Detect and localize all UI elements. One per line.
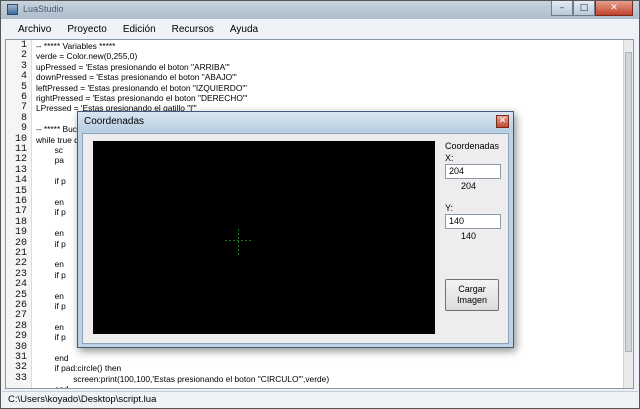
dialog-title-bar[interactable]: Coordenadas ✕ — [78, 112, 513, 132]
code-line[interactable]: leftPressed = 'Estas presionando el boto… — [36, 83, 247, 93]
minimize-button[interactable]: – — [551, 1, 573, 16]
line-number: 33 — [14, 372, 27, 384]
menu-ayuda[interactable]: Ayuda — [222, 24, 266, 35]
code-line[interactable]: sc — [36, 145, 63, 155]
menu-recursos[interactable]: Recursos — [164, 24, 222, 35]
window-title: LuaStudio — [23, 4, 64, 14]
code-line[interactable]: screen:print(100,100,'Estas presionando … — [36, 374, 329, 384]
code-line[interactable]: en — [36, 291, 64, 301]
code-line[interactable]: en — [36, 228, 64, 238]
code-line[interactable]: -- ***** Variables ***** — [36, 41, 115, 51]
code-line[interactable]: if p — [36, 301, 66, 311]
menu-bar: Archivo Proyecto Edición Recursos Ayuda — [2, 20, 638, 39]
code-line[interactable]: verde = Color.new(0,255,0) — [36, 51, 137, 61]
code-line[interactable]: en — [36, 197, 64, 207]
menu-proyecto[interactable]: Proyecto — [59, 24, 114, 35]
y-coordinate-field[interactable]: 140 — [445, 214, 501, 229]
y-label: Y: — [445, 203, 454, 213]
crosshair-horizontal — [225, 240, 253, 241]
maximize-button[interactable]: □ — [573, 1, 595, 16]
image-canvas[interactable] — [93, 141, 435, 334]
title-bar[interactable]: LuaStudio – □ ✕ — [1, 1, 639, 19]
window-controls: – □ ✕ — [551, 1, 633, 17]
line-number-gutter: 1 2 3 4 5 6 7 8 9 10 11 12 13 14 15 16 17 18 19 20 21 22 23 24 2… — [6, 40, 32, 388]
coordinates-dialog: Coordenadas ✕ Coordenadas X: 204 204 Y: … — [77, 111, 514, 348]
menu-edicion[interactable]: Edición — [115, 24, 164, 35]
scrollbar-thumb[interactable] — [625, 52, 632, 352]
code-line[interactable]: rightPressed = 'Estas presionando el bot… — [36, 93, 247, 103]
code-line[interactable]: if p — [36, 239, 66, 249]
x-coordinate-readout: 204 — [461, 181, 477, 191]
code-line[interactable]: downPressed = 'Estas presionando el boto… — [36, 72, 237, 82]
vertical-scrollbar[interactable] — [623, 40, 633, 388]
crosshair-vertical — [238, 227, 239, 255]
code-line[interactable]: end — [36, 384, 69, 388]
y-coordinate-readout: 140 — [461, 231, 477, 241]
code-line[interactable]: en — [36, 322, 64, 332]
app-icon — [7, 4, 18, 15]
load-image-button[interactable]: Cargar Imagen — [445, 279, 499, 311]
dialog-body: Coordenadas X: 204 204 Y: 140 140 Cargar… — [82, 133, 509, 344]
code-line[interactable]: en — [36, 259, 64, 269]
close-button[interactable]: ✕ — [595, 1, 633, 16]
x-label: X: — [445, 153, 454, 163]
x-coordinate-field[interactable]: 204 — [445, 164, 501, 179]
code-line[interactable]: if p — [36, 332, 66, 342]
code-line[interactable]: pa — [36, 155, 64, 165]
code-line[interactable]: if pad:circle() then — [36, 363, 122, 373]
code-line[interactable]: upPressed = 'Estas presionando el boton … — [36, 62, 230, 72]
menu-archivo[interactable]: Archivo — [10, 24, 59, 35]
code-line[interactable]: if p — [36, 207, 66, 217]
dialog-close-button[interactable]: ✕ — [496, 115, 509, 128]
dialog-title: Coordenadas — [84, 116, 145, 127]
coordinates-heading: Coordenadas — [445, 141, 500, 151]
code-line[interactable]: end — [36, 353, 69, 363]
status-bar: C:\Users\koyado\Desktop\script.lua — [2, 391, 638, 408]
code-line[interactable]: if p — [36, 176, 66, 186]
code-line[interactable]: if p — [36, 270, 66, 280]
